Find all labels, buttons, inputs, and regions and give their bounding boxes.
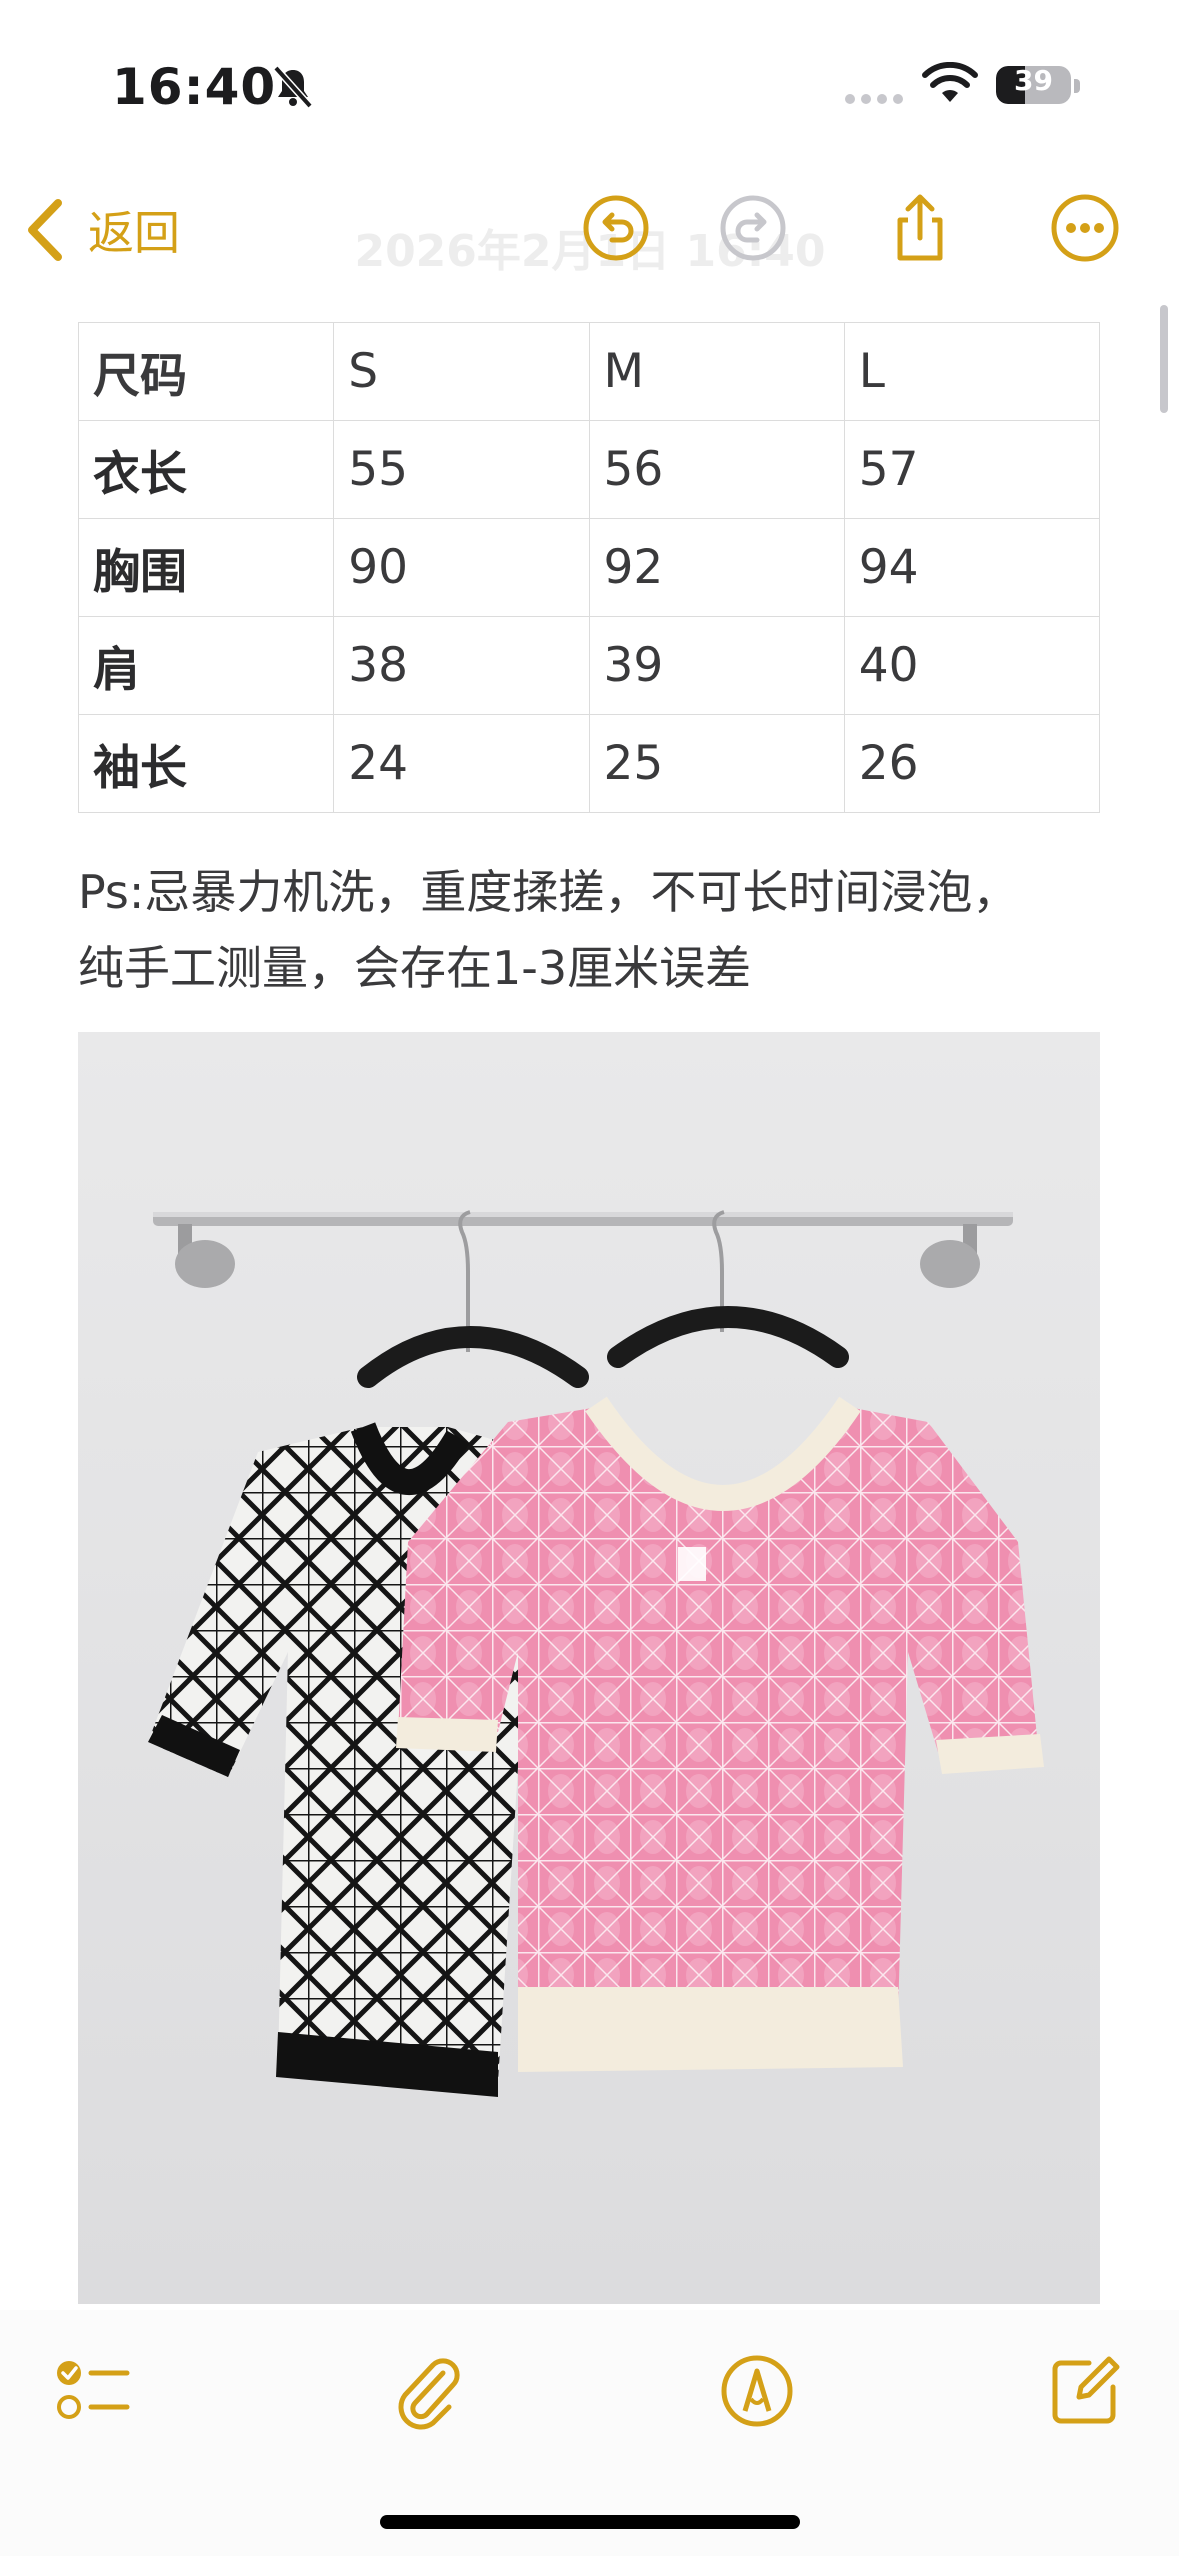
undo-icon — [583, 195, 649, 261]
table-cell: 袖长 — [77, 714, 335, 813]
back-label: 返回 — [88, 206, 180, 260]
checklist-button[interactable] — [48, 2346, 138, 2436]
status-bar: 16:40 39 — [0, 0, 1179, 170]
sweater-photo-illustration — [78, 1032, 1100, 2304]
table-header-row: 尺码 S M L — [77, 322, 1101, 421]
more-icon — [1051, 194, 1119, 262]
checklist-icon — [57, 2361, 130, 2419]
table-cell: 26 — [843, 714, 1101, 813]
status-time: 16:40 — [112, 58, 277, 116]
table-cell: 56 — [588, 420, 845, 519]
table-cell: 38 — [333, 616, 590, 715]
table-cell: M — [588, 322, 845, 421]
table-cell: 25 — [588, 714, 845, 813]
markup-pen-icon — [721, 2355, 793, 2427]
chevron-left-icon — [28, 199, 62, 261]
table-row: 肩 38 39 40 — [77, 616, 1101, 715]
table-cell: 衣长 — [77, 420, 335, 519]
cellular-dots-icon — [845, 94, 903, 104]
note-line: Ps:忌暴力机洗，重度揉搓，不可长时间浸泡， — [78, 865, 1019, 919]
size-table: 尺码 S M L 衣长 55 56 57 胸围 90 92 94 肩 38 39… — [77, 322, 1101, 813]
note-line: 纯手工测量，会存在1-3厘米误差 — [78, 941, 752, 995]
note-text[interactable]: Ps:忌暴力机洗，重度揉搓，不可长时间浸泡， 纯手工测量，会存在1-3厘米误差 — [78, 854, 1118, 1006]
product-photo[interactable] — [78, 1032, 1100, 2304]
table-cell: 40 — [843, 616, 1101, 715]
table-cell: 肩 — [77, 616, 335, 715]
table-cell: 94 — [843, 518, 1101, 617]
table-row: 袖长 24 25 26 — [77, 714, 1101, 813]
compose-button[interactable] — [1040, 2346, 1130, 2436]
wifi-icon — [922, 62, 978, 102]
paperclip-icon — [398, 2358, 460, 2430]
table-row: 胸围 90 92 94 — [77, 518, 1101, 617]
share-icon — [897, 194, 943, 261]
share-button[interactable] — [880, 188, 960, 268]
table-cell: 胸围 — [77, 518, 335, 617]
table-cell: 尺码 — [77, 322, 335, 421]
table-cell: 57 — [843, 420, 1101, 519]
table-row: 衣长 55 56 57 — [77, 420, 1101, 519]
table-cell: S — [333, 322, 590, 421]
markup-button[interactable] — [712, 2346, 802, 2436]
battery-icon: 39 — [996, 62, 1082, 108]
table-cell: 24 — [333, 714, 590, 813]
table-cell: 90 — [333, 518, 590, 617]
table-cell: 92 — [588, 518, 845, 617]
table-cell: 55 — [333, 420, 590, 519]
nav-bar: 返回 2026年2月1日 16:40 — [0, 170, 1179, 290]
battery-percent: 39 — [1014, 64, 1053, 97]
redo-button[interactable] — [713, 188, 793, 268]
back-button[interactable]: 返回 — [22, 190, 180, 270]
table-cell: 39 — [588, 616, 845, 715]
redo-icon — [720, 195, 786, 261]
home-indicator[interactable] — [380, 2515, 800, 2529]
scrollbar[interactable] — [1160, 305, 1168, 413]
undo-button[interactable] — [576, 188, 656, 268]
table-cell: L — [843, 322, 1101, 421]
compose-icon — [1052, 2356, 1120, 2424]
attachment-button[interactable] — [382, 2346, 472, 2436]
bell-slash-icon — [273, 65, 313, 109]
more-button[interactable] — [1045, 188, 1125, 268]
